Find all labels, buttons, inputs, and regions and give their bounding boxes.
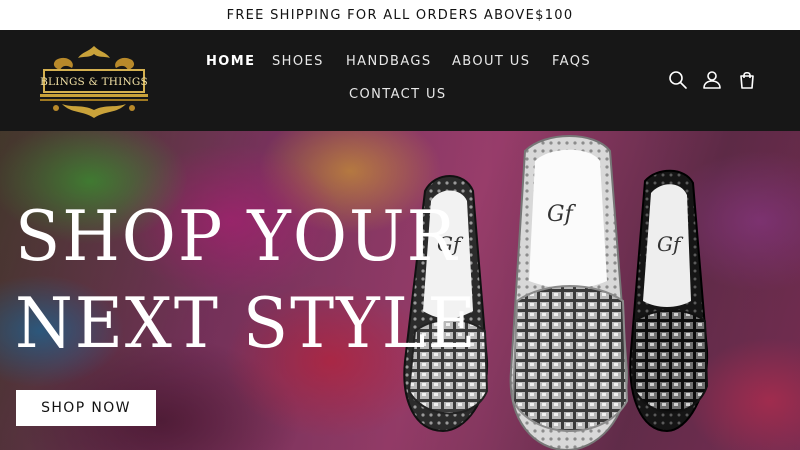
announcement-bar: FREE SHIPPING FOR ALL ORDERS ABOVE$100 [0, 0, 800, 30]
announcement-text: FREE SHIPPING FOR ALL ORDERS ABOVE$100 [226, 7, 574, 23]
logo[interactable]: BLINGS & THINGS [36, 42, 152, 120]
account-icon[interactable] [701, 69, 723, 91]
nav-home[interactable]: HOME [206, 54, 255, 69]
nav-shoes[interactable]: SHOES [272, 54, 324, 69]
cart-icon[interactable] [736, 69, 758, 91]
hero-banner: Gf Gf Gf SHOP YOUR NEXT STYLE SHOP NOW [0, 131, 800, 450]
hero-title-line2: NEXT STYLE [15, 283, 478, 364]
site-header: BLINGS & THINGS HOME SHOES HANDBAGS ABOU… [0, 30, 800, 131]
shop-now-button[interactable]: SHOP NOW [16, 390, 156, 426]
search-icon[interactable] [667, 69, 689, 91]
nav-contact-us[interactable]: CONTACT US [349, 87, 447, 102]
nav-handbags[interactable]: HANDBAGS [346, 54, 432, 69]
right-shoe-brand-text: Gf [657, 232, 684, 256]
logo-text: BLINGS & THINGS [40, 76, 148, 88]
middle-shoe-brand-text: Gf [547, 202, 577, 227]
nav-faqs[interactable]: FAQS [552, 54, 591, 69]
hero-title-line1: SHOP YOUR [15, 196, 459, 277]
nav-about-us[interactable]: ABOUT US [452, 54, 530, 69]
